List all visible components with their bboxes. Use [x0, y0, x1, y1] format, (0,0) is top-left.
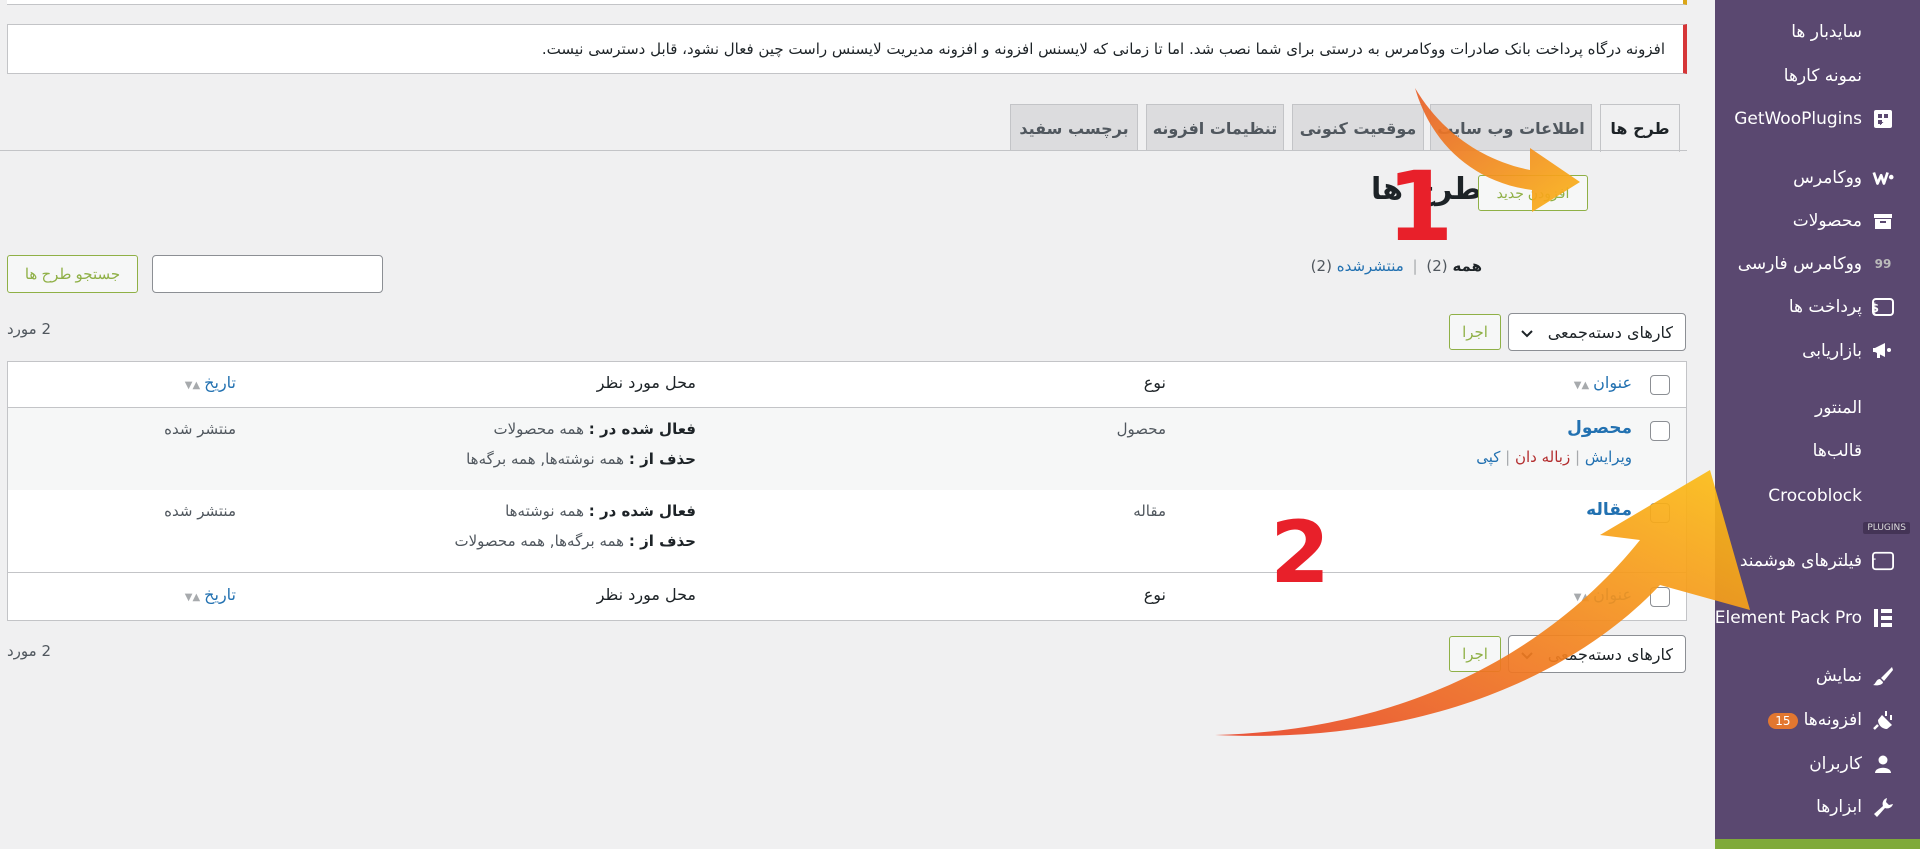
- apply-button-top[interactable]: اجرا: [1449, 314, 1501, 350]
- license-notice: افزونه درگاه پرداخت بانک صادرات ووکامرس …: [7, 24, 1687, 74]
- page-title: طرح ها: [1370, 172, 1482, 207]
- chevron-down-icon: [1521, 645, 1533, 664]
- select-all-checkbox[interactable]: [1650, 375, 1670, 395]
- plugin-plug-icon: [1872, 709, 1894, 731]
- column-title-header[interactable]: عنوان▲▼: [1574, 373, 1632, 392]
- sort-arrows-icon: ▲▼: [184, 592, 201, 603]
- row-checkbox[interactable]: [1650, 421, 1670, 441]
- tab-white-label[interactable]: برچسب سفید: [1010, 104, 1138, 151]
- svg-text:JET: JET: [1872, 557, 1876, 567]
- sidebar-item-plugins[interactable]: افزونه‌ها15: [1715, 702, 1920, 738]
- sidebar-item-payments[interactable]: $ پرداخت ها: [1715, 289, 1920, 325]
- copy-link[interactable]: کپی: [1476, 448, 1500, 466]
- woocommerce-icon: [1872, 167, 1894, 189]
- notice-text: افزونه درگاه پرداخت بانک صادرات ووکامرس …: [541, 40, 1665, 58]
- row-excluded-from: حذف از : همه برگه‌ها, همه محصولات: [454, 532, 697, 550]
- paintbrush-icon: [1872, 665, 1894, 687]
- trash-link[interactable]: زباله دان: [1515, 448, 1570, 466]
- row-date: منتشر شده: [164, 420, 236, 438]
- column-type-footer: نوع: [1143, 585, 1166, 604]
- items-count-bottom: 2 مورد: [7, 642, 52, 660]
- sidebar-item-marketing[interactable]: بازاریابی: [1715, 333, 1920, 369]
- filter-published[interactable]: منتشرشده: [1337, 257, 1404, 275]
- sidebar-item-element-pack-pro[interactable]: Element Pack Pro: [1715, 600, 1920, 636]
- row-title-link[interactable]: مقاله: [1586, 500, 1632, 520]
- previous-notice-edge: [7, 0, 1687, 5]
- edit-link[interactable]: ویرایش: [1585, 448, 1632, 466]
- column-type-header: نوع: [1143, 373, 1166, 392]
- bulk-actions-select-top[interactable]: کارهای دسته‌جمعی: [1508, 313, 1686, 351]
- sidebar-item-crocoblock[interactable]: Crocoblock: [1715, 478, 1920, 514]
- row-actions: ویرایش | زباله دان | کپی: [1476, 448, 1632, 466]
- row-excluded-from: حذف از : همه نوشته‌ها, همه برگه‌ها: [466, 450, 696, 468]
- jet-filter-icon: JET: [1872, 550, 1894, 572]
- sort-arrows-icon: ▲▼: [184, 380, 201, 391]
- row-date: منتشر شده: [164, 502, 236, 520]
- wrench-icon: [1872, 796, 1894, 818]
- plugins-mini-label: PLUGINS: [1863, 522, 1910, 534]
- apply-button-bottom[interactable]: اجرا: [1449, 636, 1501, 672]
- search-button[interactable]: جستجو طرح ها: [7, 255, 138, 293]
- sidebar-item-getwooplugins[interactable]: + GetWooPlugins: [1715, 101, 1920, 137]
- chevron-down-icon: [1521, 323, 1533, 342]
- row-active-on: فعال شده در : همه نوشته‌ها: [505, 502, 696, 520]
- tab-website-info[interactable]: اطلاعات وب سایت: [1430, 104, 1592, 151]
- items-count-top: 2 مورد: [7, 320, 52, 338]
- column-date-footer[interactable]: تاریخ▲▼: [185, 585, 236, 604]
- user-icon: [1872, 753, 1894, 775]
- dollar-card-icon: $: [1872, 296, 1894, 318]
- sort-arrows-icon: ▲▼: [1573, 592, 1590, 603]
- plugins-grid-icon: +: [1872, 108, 1894, 130]
- sidebar-item-woocommerce[interactable]: ووکامرس: [1715, 160, 1920, 196]
- row-type: محصول: [1116, 420, 1166, 438]
- sidebar-item-persian-woocommerce[interactable]: 99 ووکامرس فارسی: [1715, 246, 1920, 282]
- sidebar-item-templates[interactable]: قالب‌ها: [1715, 433, 1920, 469]
- bulk-actions-select-bottom[interactable]: کارهای دسته‌جمعی: [1508, 635, 1686, 673]
- sidebar-item-elementor[interactable]: المنتور: [1715, 390, 1920, 426]
- svg-text:$: $: [1872, 301, 1879, 315]
- tab-plugin-settings[interactable]: تنظیمات افزونه: [1146, 104, 1284, 151]
- column-title-footer[interactable]: عنوان▲▼: [1574, 585, 1632, 604]
- sidebar-item-appearance[interactable]: نمایش: [1715, 658, 1920, 694]
- add-new-button[interactable]: افزودن جدید: [1478, 175, 1588, 211]
- row-type: مقاله: [1133, 502, 1166, 520]
- archive-box-icon: [1872, 210, 1894, 232]
- table-header-row: عنوان▲▼ نوع محل مورد نظر تاریخ▲▼: [8, 362, 1686, 408]
- sidebar-item-tools[interactable]: ابزارها: [1715, 789, 1920, 825]
- sidebar-item-sidebars[interactable]: سایدبار ها: [1715, 14, 1920, 50]
- sidebar-item-portfolio[interactable]: نمونه کارها: [1715, 58, 1920, 94]
- sidebar-item-products[interactable]: محصولات: [1715, 203, 1920, 239]
- tabs-divider: [0, 150, 1687, 151]
- megaphone-icon: [1872, 340, 1894, 362]
- status-filters: همه (2) | منتشرشده (2): [1310, 257, 1482, 275]
- sidebar-item-smart-filters[interactable]: JET فیلترهای هوشمند: [1715, 543, 1920, 579]
- plugins-update-badge: 15: [1768, 713, 1798, 729]
- row-checkbox[interactable]: [1650, 503, 1670, 523]
- svg-text:+: +: [1877, 118, 1884, 127]
- row-title-link[interactable]: محصول: [1567, 418, 1632, 438]
- tab-current-location[interactable]: موقعیت کنونی: [1292, 104, 1424, 151]
- column-location-footer: محل مورد نظر: [596, 585, 696, 604]
- filter-all[interactable]: همه: [1452, 257, 1482, 275]
- quote-99-icon: 99: [1874, 257, 1892, 271]
- table-row: مقاله مقاله فعال شده در : همه نوشته‌ها ح…: [8, 490, 1686, 572]
- crescent-icon: [1872, 485, 1894, 507]
- designs-table: عنوان▲▼ نوع محل مورد نظر تاریخ▲▼ محصول و…: [7, 361, 1687, 621]
- main-content: افزونه درگاه پرداخت بانک صادرات ووکامرس …: [0, 0, 1715, 849]
- select-all-checkbox-bottom[interactable]: [1650, 587, 1670, 607]
- table-footer-row: عنوان▲▼ نوع محل مورد نظر تاریخ▲▼: [8, 572, 1686, 620]
- tab-designs[interactable]: طرح ها: [1600, 104, 1680, 152]
- sidebar-item-users[interactable]: کاربران: [1715, 746, 1920, 782]
- search-input[interactable]: [152, 255, 383, 293]
- element-pack-icon: [1872, 607, 1894, 629]
- table-row: محصول ویرایش | زباله دان | کپی محصول فعا…: [8, 408, 1686, 490]
- column-date-header[interactable]: تاریخ▲▼: [185, 373, 236, 392]
- admin-sidebar: سایدبار ها نمونه کارها + GetWooPlugins و…: [1715, 0, 1920, 849]
- sort-arrows-icon: ▲▼: [1573, 380, 1590, 391]
- column-location-header: محل مورد نظر: [596, 373, 696, 392]
- row-active-on: فعال شده در : همه محصولات: [493, 420, 696, 438]
- sidebar-active-indicator: [1715, 839, 1920, 849]
